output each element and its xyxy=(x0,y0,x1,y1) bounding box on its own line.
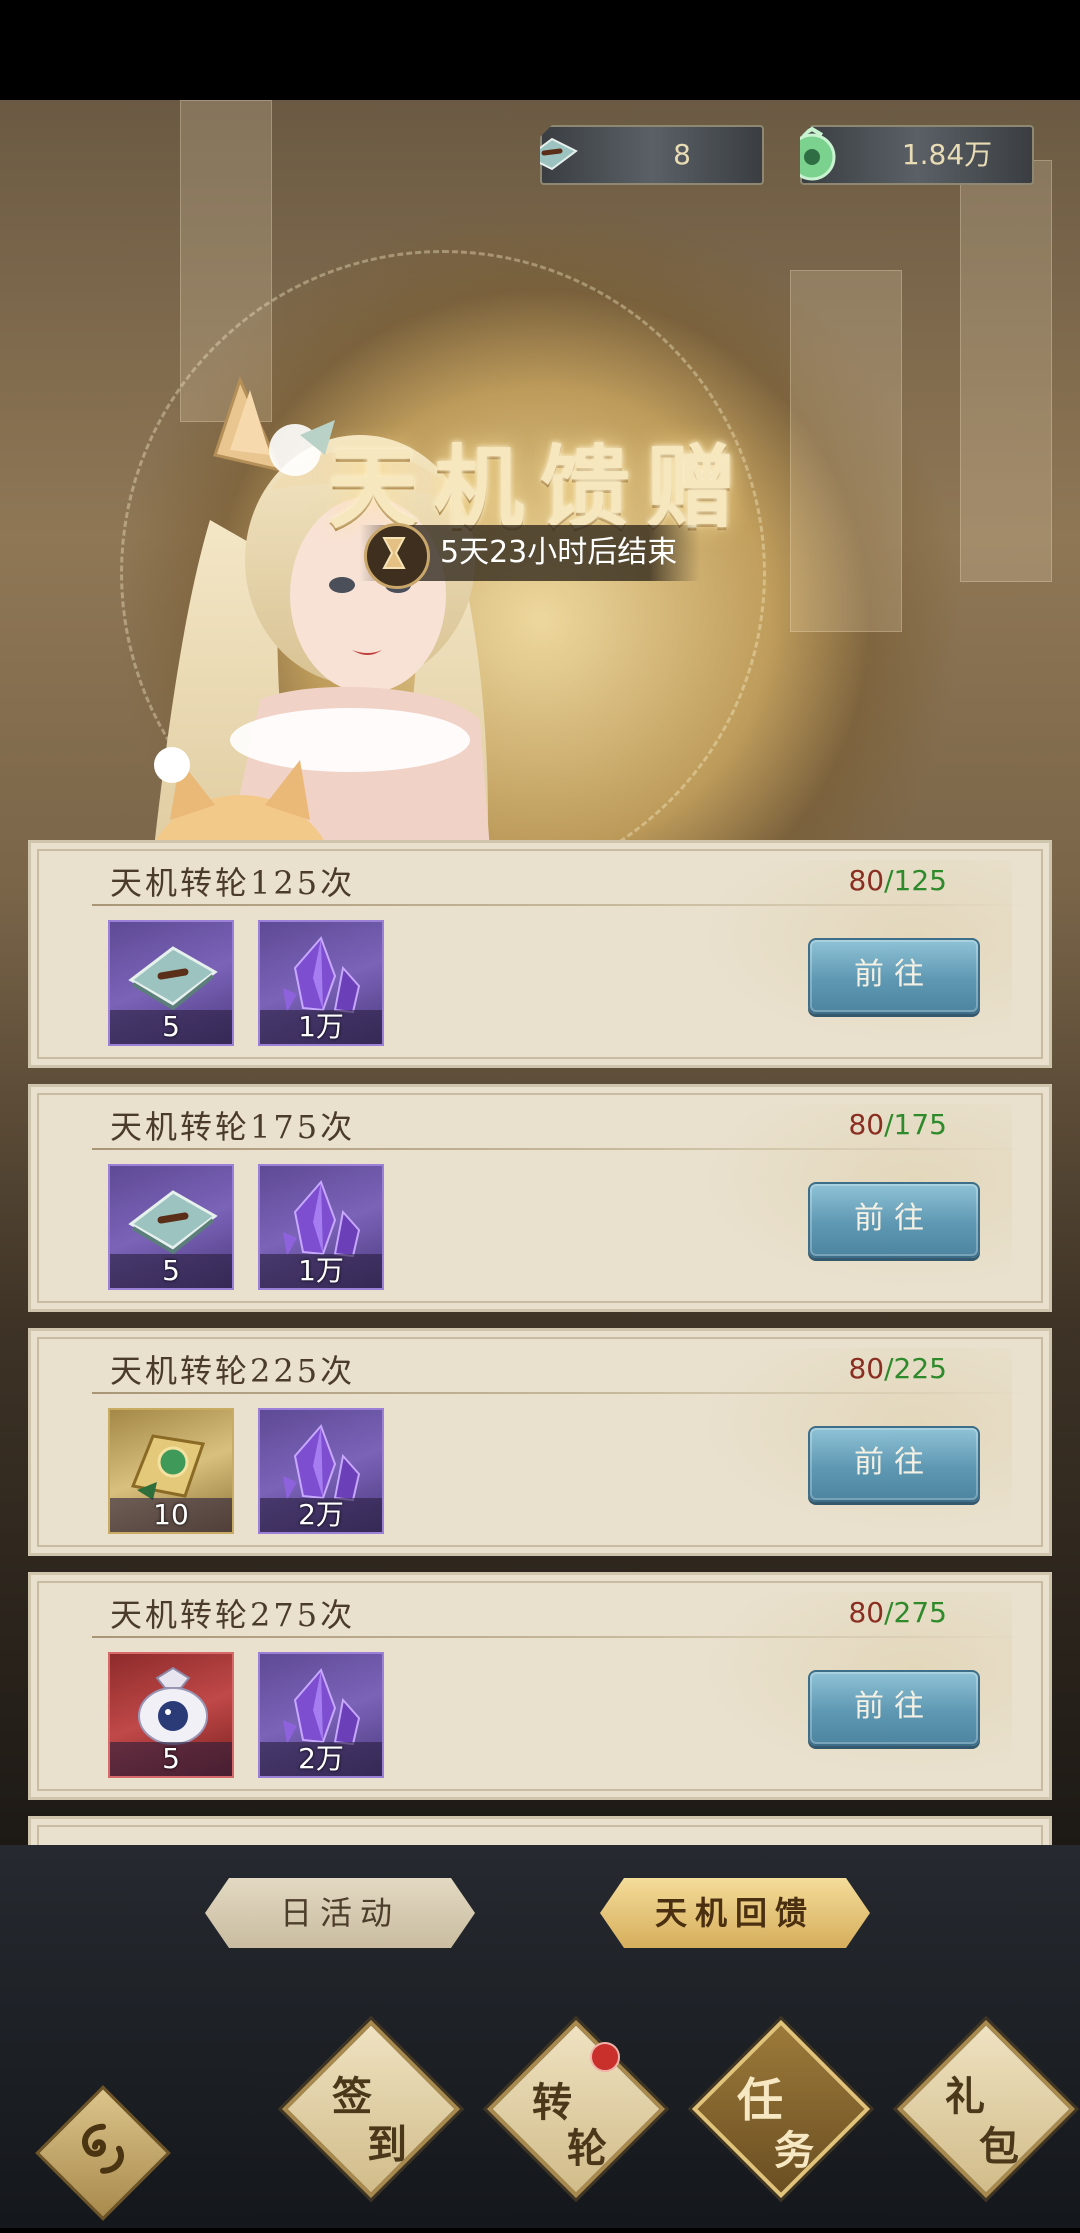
nav-signin[interactable]: 签 到 xyxy=(282,2020,452,2190)
reward-count: 5 xyxy=(110,1742,232,1776)
reward-count: 5 xyxy=(110,1254,232,1288)
purple-crystal-icon xyxy=(283,1668,361,1746)
purple-crystal-icon xyxy=(283,936,361,1014)
reward-count: 1万 xyxy=(260,1254,382,1288)
progress-total: /175 xyxy=(884,1108,947,1141)
reward-count: 2万 xyxy=(260,1742,382,1776)
nav-label-bottom: 包 xyxy=(979,2123,1019,2170)
reward-item[interactable]: 1万 xyxy=(258,920,384,1046)
nav-label-top: 签 xyxy=(332,2073,372,2120)
nav-label-bottom: 到 xyxy=(367,2121,407,2168)
reward-count: 2万 xyxy=(260,1498,382,1532)
event-timer: 5天23小时后结束 xyxy=(360,523,700,589)
task-card: 天机转轮175次 80/175 5 1万 前往 xyxy=(28,1084,1052,1312)
token-value: 8 xyxy=(673,138,691,171)
task-title: 天机转轮225次 xyxy=(110,1352,356,1390)
hourglass-icon xyxy=(364,523,430,589)
progress-current: 80 xyxy=(848,864,885,897)
task-title: 天机转轮125次 xyxy=(110,864,356,902)
reward-count: 5 xyxy=(110,1010,232,1044)
go-button[interactable]: 前往 xyxy=(808,1182,980,1258)
task-progress: 80/175 xyxy=(848,1108,947,1141)
nav-tasks[interactable]: 任 务 xyxy=(692,2020,862,2190)
task-card-partial xyxy=(28,1816,1052,1848)
nav-label-bottom: 轮 xyxy=(567,2125,607,2172)
token-counter: 8 xyxy=(540,125,764,185)
task-title: 天机转轮175次 xyxy=(110,1108,356,1146)
gold-scroll-icon xyxy=(130,1434,206,1500)
go-button[interactable]: 前往 xyxy=(808,1426,980,1502)
tab-tianji-feedback[interactable]: 天机回馈 xyxy=(600,1878,870,1948)
jade-counter: 1.84万 xyxy=(800,125,1034,185)
go-button[interactable]: 前往 xyxy=(808,1670,980,1746)
task-card: 天机转轮275次 80/275 5 2万 前往 xyxy=(28,1572,1052,1800)
progress-total: /125 xyxy=(884,864,947,897)
progress-total: /275 xyxy=(884,1596,947,1629)
nav-label-top: 转 xyxy=(532,2079,572,2126)
notification-dot xyxy=(590,2042,620,2072)
reward-item[interactable]: 2万 xyxy=(258,1652,384,1778)
swirl-icon xyxy=(82,2123,124,2174)
lucky-bag-icon xyxy=(138,1666,208,1745)
compass-plate-icon xyxy=(128,1190,218,1255)
jade-value: 1.84万 xyxy=(901,138,993,171)
reward-count: 1万 xyxy=(260,1010,382,1044)
reward-item[interactable]: 5 xyxy=(108,920,234,1046)
progress-total: /225 xyxy=(884,1352,947,1385)
nav-wheel[interactable]: 转 轮 xyxy=(487,2020,657,2190)
task-progress: 80/125 xyxy=(848,864,947,897)
nav-label-bottom: 务 xyxy=(774,2127,814,2174)
task-progress: 80/225 xyxy=(848,1352,947,1385)
reward-item[interactable]: 5 xyxy=(108,1164,234,1290)
timer-text: 5天23小时后结束 xyxy=(440,535,678,570)
purple-crystal-icon xyxy=(283,1424,361,1502)
title-underline xyxy=(92,1148,1032,1150)
task-card: 天机转轮125次 80/125 5 1万 前往 xyxy=(28,840,1052,1068)
reward-item[interactable]: 5 xyxy=(108,1652,234,1778)
reward-item[interactable]: 10 xyxy=(108,1408,234,1534)
progress-current: 80 xyxy=(848,1596,885,1629)
progress-current: 80 xyxy=(848,1352,885,1385)
tab-daily-activity[interactable]: 日活动 xyxy=(205,1878,475,1948)
go-button[interactable]: 前往 xyxy=(808,938,980,1014)
task-progress: 80/275 xyxy=(848,1596,947,1629)
compass-plate-icon xyxy=(128,946,218,1011)
title-underline xyxy=(92,1392,1032,1394)
purple-crystal-icon xyxy=(283,1180,361,1258)
nav-gift[interactable]: 礼 包 xyxy=(897,2020,1067,2190)
task-title: 天机转轮275次 xyxy=(110,1596,356,1634)
title-underline xyxy=(92,1636,1032,1638)
reward-item[interactable]: 2万 xyxy=(258,1408,384,1534)
task-card: 天机转轮225次 80/225 10 2万 前往 xyxy=(28,1328,1052,1556)
progress-current: 80 xyxy=(848,1108,885,1141)
reward-count: 10 xyxy=(110,1498,232,1532)
reward-item[interactable]: 1万 xyxy=(258,1164,384,1290)
status-bar xyxy=(0,0,1080,100)
task-list[interactable]: 天机转轮125次 80/125 5 1万 前往 天机转轮175次 80/175 … xyxy=(28,840,1052,1848)
title-underline xyxy=(92,904,1032,906)
